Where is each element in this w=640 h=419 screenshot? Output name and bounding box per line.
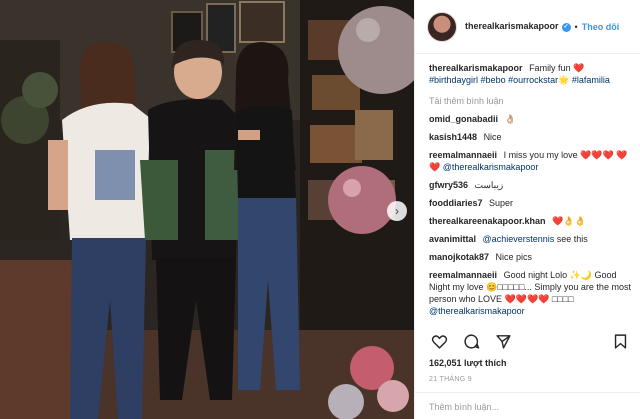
comment-item: gfwry536 زیباست [429,179,632,191]
comment-item: avanimittal @achieverstennis see this [429,233,632,245]
next-photo-button[interactable]: › [387,201,407,221]
hashtag[interactable]: #bebo [481,75,506,85]
post-date[interactable]: 21 THÁNG 9 [429,376,472,383]
comment-input[interactable] [429,402,626,412]
action-bar [429,330,630,352]
post-sidebar: therealkarismakapoor ✓ • Theo dõi thereal… [414,0,640,419]
header-username[interactable]: therealkarismakapoor ✓ [465,21,571,32]
comment-button[interactable] [461,331,481,351]
comment-text: زیباست [474,180,504,190]
comment-icon [463,333,479,349]
comment-username[interactable]: omid_gonabadii [429,114,498,124]
comment-username[interactable]: fooddiaries7 [429,198,483,208]
bookmark-icon [614,333,626,349]
star-emoji: 🌟 [558,75,570,85]
comment-username[interactable]: avanimittal [429,234,476,244]
comment-list: therealkarismakapoor Family fun ❤️ #birt… [429,56,632,324]
photo-illustration [0,0,414,419]
comment-text: Nice [483,132,502,142]
heart-icon [431,334,447,349]
likes-count[interactable]: 162,051 lượt thích [429,358,506,368]
hashtag[interactable]: #ourrockstar [508,75,558,85]
comment-text: Nice pics [495,252,533,262]
caption-username[interactable]: therealkarismakapoor [429,63,523,73]
comment-username[interactable]: reemalmannaeii [429,270,497,280]
comment-text: see this [556,234,588,244]
hashtag[interactable]: #birthdaygirl [429,75,478,85]
verified-badge-icon: ✓ [561,22,571,32]
comment-text: ❤️👌👌 [552,216,586,226]
load-more-comments-button[interactable]: Tải thêm bình luận [429,95,632,107]
share-icon [495,334,511,349]
post-photo[interactable]: › [0,0,414,419]
like-button[interactable] [429,331,449,351]
comment-username[interactable]: manojkotak87 [429,252,489,262]
comment-text: Super [489,198,514,208]
comment-item: reemalmannaeii Good night Lolo ✨🌙 Good N… [429,269,632,317]
save-button[interactable] [610,331,630,351]
add-comment-bar [415,392,640,419]
comment-item: fooddiaries7 Super [429,197,632,209]
chevron-right-icon: › [395,204,399,218]
comment-item: kasish1448 Nice [429,131,632,143]
comment-item: manojkotak87 Nice pics [429,251,632,263]
share-button[interactable] [493,331,513,351]
comment-text: 👌🏼 [504,114,516,124]
comment-username[interactable]: reemalmannaeii [429,150,497,160]
comment-item: reemalmannaeii I miss you my love ❤️❤️❤️… [429,149,632,173]
hashtag[interactable]: #lafamilia [572,75,610,85]
post-header: therealkarismakapoor ✓ • Theo dõi [415,0,640,54]
header-username-text[interactable]: therealkarismakapoor [465,21,559,31]
follow-button[interactable]: Theo dõi [582,22,620,32]
comment-mention[interactable]: @achieverstennis [483,234,555,244]
caption: therealkarismakapoor Family fun ❤️ #birt… [429,62,632,86]
caption-text: Family fun ❤️ [529,63,585,73]
comment-mention[interactable]: @therealkarismakapoor [429,306,525,316]
separator-dot: • [574,21,578,32]
comment-mention[interactable]: @therealkarismakapoor [443,162,539,172]
avatar[interactable] [427,11,457,42]
comment-item: therealkareenakapoor.khan ❤️👌👌 [429,215,632,227]
comment-username[interactable]: kasish1448 [429,132,477,142]
comment-username[interactable]: therealkareenakapoor.khan [429,216,546,226]
comment-item: omid_gonabadii 👌🏼 [429,113,632,125]
comment-username[interactable]: gfwry536 [429,180,468,190]
